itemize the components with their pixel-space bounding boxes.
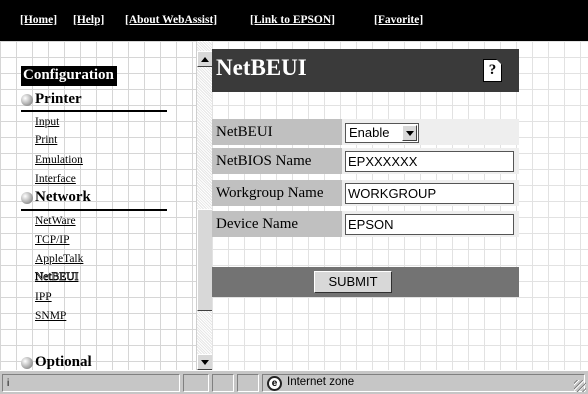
netbeui-label: NetBEUI [212,119,342,145]
status-bar: i e Internet zone [0,370,588,394]
nav-item-print[interactable]: Print [35,134,57,146]
nav-item-input[interactable]: Input [35,116,59,128]
resize-grip-icon[interactable] [574,380,586,392]
content-frame: NetBEUI ? NetBEUI Enable NetBIOS Name EP… [212,41,588,370]
device-name-label: Device Name [212,211,342,237]
netbios-name-label: NetBIOS Name [212,148,342,174]
top-navigation-bar: [Home] [Help] [About WebAssist] [Link to… [0,0,588,41]
section-bullet-icon [21,191,33,204]
device-name-input[interactable]: EPSON [345,214,514,235]
about-webassist-link[interactable]: [About WebAssist] [125,14,217,26]
section-optional: Optional [21,354,92,370]
nav-item-netbeui[interactable]: NetBEUI [35,271,79,284]
nav-item-emulation[interactable]: Emulation [35,154,83,166]
netbeui-select[interactable]: Enable [345,123,419,143]
left-frame-scrollbar[interactable] [196,41,212,370]
left-navigation-frame: Configuration Printer Input Print Emulat… [0,41,212,370]
section-network-label: Network [35,189,91,205]
submit-bar: SUBMIT [212,267,519,297]
status-panel-main: i [2,374,180,392]
netbeui-cell: Enable [342,119,519,145]
scroll-thumb[interactable] [197,209,212,311]
nav-item-ipp[interactable]: IPP [35,291,52,303]
internet-explorer-icon: e [267,376,282,391]
scroll-down-button[interactable] [197,354,212,370]
workgroup-name-label: Workgroup Name [212,180,342,206]
status-panel [237,374,259,392]
netbeui-select-value: Enable [349,125,390,140]
nav-item-appletalk[interactable]: AppleTalk [35,253,83,265]
netbios-name-row: NetBIOS Name EPXXXXXX [212,148,519,174]
netbeui-row: NetBEUI Enable [212,119,519,145]
netbios-name-input[interactable]: EPXXXXXX [345,151,514,172]
section-printer-label: Printer [35,91,82,107]
help-link[interactable]: [Help] [73,14,104,26]
submit-button[interactable]: SUBMIT [314,271,392,293]
security-zone-text: Internet zone [287,376,355,388]
status-info-icon: i [7,378,10,389]
status-panel [183,374,209,392]
nav-item-tcpip[interactable]: TCP/IP [35,234,70,246]
link-to-epson-link[interactable]: [Link to EPSON] [250,14,335,26]
section-divider [21,209,167,211]
status-panel [212,374,234,392]
nav-item-interface[interactable]: Interface [35,173,76,185]
device-name-cell: EPSON [342,211,519,237]
scroll-up-button[interactable] [197,51,212,67]
configuration-title: Configuration [21,66,117,86]
zone-panel: e Internet zone [262,374,585,392]
dropdown-arrow-icon[interactable] [402,125,417,141]
nav-item-snmp[interactable]: SNMP [35,310,66,322]
netbios-name-cell: EPXXXXXX [342,148,519,174]
favorite-link[interactable]: [Favorite] [374,14,423,26]
scroll-up-arrow-icon [201,56,209,62]
scroll-down-arrow-icon [201,359,209,365]
section-optional-label: Optional [35,354,92,370]
workgroup-name-cell: WORKGROUP [342,180,519,206]
section-divider [21,110,167,112]
page-heading-bar: NetBEUI ? [212,49,519,92]
device-name-row: Device Name EPSON [212,211,519,237]
nav-item-netware[interactable]: NetWare [35,215,76,227]
workgroup-name-input[interactable]: WORKGROUP [345,183,514,204]
page-title: NetBEUI [216,55,307,80]
section-network: Network [21,189,91,206]
section-bullet-icon [21,356,33,369]
help-icon[interactable]: ? [483,59,502,82]
navigation-menu: Configuration Printer Input Print Emulat… [0,41,196,370]
section-bullet-icon [21,93,33,106]
home-link[interactable]: [Home] [20,14,57,26]
section-printer: Printer [21,91,82,108]
workgroup-name-row: Workgroup Name WORKGROUP [212,180,519,206]
